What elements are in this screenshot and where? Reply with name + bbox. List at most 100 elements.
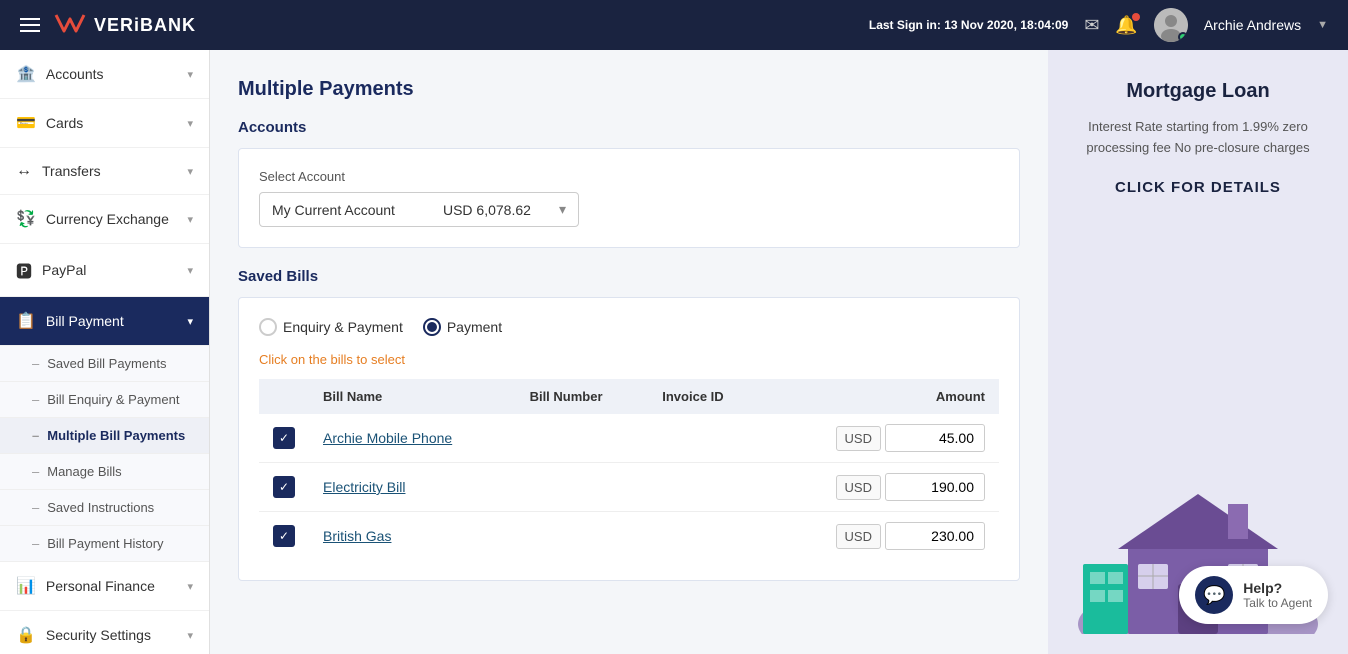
currency-chevron: ▾	[187, 213, 193, 226]
sidebar-sub-bill-payment-history[interactable]: Bill Payment History	[0, 526, 209, 562]
sidebar-item-cards[interactable]: 💳 Cards ▾	[0, 99, 209, 148]
bill-name-cell: British Gas	[309, 512, 516, 561]
bill-link[interactable]: Archie Mobile Phone	[323, 430, 452, 446]
payment-type-radio-group: Enquiry & Payment Payment	[259, 318, 999, 336]
page-title: Multiple Payments	[238, 78, 1020, 101]
notification-icon[interactable]: 🔔	[1115, 15, 1137, 36]
online-indicator	[1178, 32, 1188, 42]
sidebar-sub-saved-bill-payments[interactable]: Saved Bill Payments	[0, 346, 209, 382]
amount-input[interactable]	[885, 424, 985, 452]
sidebar: 🏦 Accounts ▾ 💳 Cards ▾ ↔ Transfers ▾ 💱	[0, 50, 210, 654]
bill-link[interactable]: Electricity Bill	[323, 479, 405, 495]
currency-badge: USD	[836, 475, 881, 500]
cards-icon: 💳	[16, 113, 36, 133]
bill-payment-icon: 📋	[16, 311, 36, 331]
saved-bills-title: Saved Bills	[238, 268, 1020, 285]
sidebar-item-currency-exchange[interactable]: 💱 Currency Exchange ▾	[0, 195, 209, 244]
sidebar-sub-saved-instructions[interactable]: Saved Instructions	[0, 490, 209, 526]
notification-dot	[1132, 13, 1140, 21]
user-dropdown-chevron[interactable]: ▼	[1317, 19, 1328, 31]
sidebar-label-bill-payment: Bill Payment	[46, 313, 124, 329]
security-chevron: ▾	[187, 629, 193, 642]
radio-enquiry-label: Enquiry & Payment	[283, 319, 403, 335]
sidebar-item-personal-finance[interactable]: 📊 Personal Finance ▾	[0, 562, 209, 611]
currency-badge: USD	[836, 524, 881, 549]
sidebar-sub-bill-enquiry[interactable]: Bill Enquiry & Payment	[0, 382, 209, 418]
email-icon[interactable]: ✉	[1084, 15, 1099, 36]
radio-payment-label: Payment	[447, 319, 502, 335]
checkbox-cell[interactable]: ✓	[259, 414, 309, 463]
sidebar-label-personal-finance: Personal Finance	[46, 578, 155, 594]
personal-finance-chevron: ▾	[187, 580, 193, 593]
checkbox-cell[interactable]: ✓	[259, 512, 309, 561]
sidebar-sub-manage-bills[interactable]: Manage Bills	[0, 454, 209, 490]
account-name: My Current Account	[272, 202, 395, 218]
currency-icon: 💱	[16, 209, 36, 229]
table-row: ✓ Archie Mobile Phone USD	[259, 414, 999, 463]
main-content: Multiple Payments Accounts Select Accoun…	[210, 50, 1048, 654]
sidebar-item-transfers[interactable]: ↔ Transfers ▾	[0, 148, 209, 195]
sidebar-item-bill-payment[interactable]: 📋 Bill Payment ▾	[0, 297, 209, 346]
user-name[interactable]: Archie Andrews	[1204, 17, 1301, 33]
accounts-icon: 🏦	[16, 64, 36, 84]
last-signin-text: Last Sign in: 13 Nov 2020, 18:04:09	[869, 18, 1068, 32]
sidebar-item-paypal[interactable]: 🅿 PayPal ▾	[0, 244, 209, 297]
bill-payment-chevron: ▾	[187, 315, 193, 328]
header-right: Last Sign in: 13 Nov 2020, 18:04:09 ✉ 🔔 …	[869, 8, 1328, 42]
accounts-section: Accounts Select Account My Current Accou…	[238, 119, 1020, 248]
sidebar-label-transfers: Transfers	[42, 163, 101, 179]
invoice-id-cell	[648, 414, 766, 463]
promo-description: Interest Rate starting from 1.99% zero p…	[1068, 117, 1328, 159]
amount-cell: USD	[766, 512, 999, 561]
veribank-logo-icon	[54, 11, 86, 39]
chat-agent-text: Talk to Agent	[1243, 596, 1312, 610]
bill-number-cell	[516, 512, 649, 561]
sidebar-label-security: Security Settings	[46, 627, 151, 643]
bill-name-cell: Electricity Bill	[309, 463, 516, 512]
col-bill-name: Bill Name	[309, 379, 516, 414]
chat-bubble[interactable]: 💬 Help? Talk to Agent	[1179, 566, 1328, 624]
accounts-chevron: ▾	[187, 68, 193, 81]
sidebar-label-cards: Cards	[46, 115, 83, 131]
sidebar-item-accounts[interactable]: 🏦 Accounts ▾	[0, 50, 209, 99]
amount-cell: USD	[766, 463, 999, 512]
cards-chevron: ▾	[187, 117, 193, 130]
bill-link[interactable]: British Gas	[323, 528, 391, 544]
paypal-chevron: ▾	[187, 264, 193, 277]
promo-title: Mortgage Loan	[1126, 80, 1269, 103]
col-invoice-id: Invoice ID	[648, 379, 766, 414]
avatar	[1154, 8, 1188, 42]
bills-table: Bill Name Bill Number Invoice ID Amount …	[259, 379, 999, 560]
saved-bills-section: Saved Bills Enquiry & Payment Payment Cl…	[238, 268, 1020, 581]
radio-enquiry-circle	[259, 318, 277, 336]
logo: VERiBANK	[54, 11, 196, 39]
currency-badge: USD	[836, 426, 881, 451]
checkbox-checked[interactable]: ✓	[273, 476, 295, 498]
amount-input[interactable]	[885, 522, 985, 550]
sidebar-sub-menu: Saved Bill Payments Bill Enquiry & Payme…	[0, 346, 209, 562]
account-balance: USD 6,078.62	[443, 202, 531, 218]
sidebar-sub-multiple-bill-payments[interactable]: Multiple Bill Payments	[0, 418, 209, 454]
accounts-section-title: Accounts	[238, 119, 1020, 136]
checkbox-checked[interactable]: ✓	[273, 427, 295, 449]
select-account-label: Select Account	[259, 169, 999, 184]
hamburger-menu-icon[interactable]	[20, 18, 40, 32]
account-select-dropdown[interactable]: My Current Account USD 6,078.62 ▾	[259, 192, 579, 227]
checkbox-cell[interactable]: ✓	[259, 463, 309, 512]
col-checkbox	[259, 379, 309, 414]
right-panel: Mortgage Loan Interest Rate starting fro…	[1048, 50, 1348, 654]
sidebar-item-security-settings[interactable]: 🔒 Security Settings ▾	[0, 611, 209, 654]
invoice-id-cell	[648, 512, 766, 561]
checkbox-checked[interactable]: ✓	[273, 525, 295, 547]
promo-cta-button[interactable]: CLICK FOR DETAILS	[1115, 179, 1281, 196]
amount-input[interactable]	[885, 473, 985, 501]
click-hint: Click on the bills to select	[259, 352, 999, 367]
layout: 🏦 Accounts ▾ 💳 Cards ▾ ↔ Transfers ▾ 💱	[0, 50, 1348, 654]
radio-enquiry-payment[interactable]: Enquiry & Payment	[259, 318, 403, 336]
invoice-id-cell	[648, 463, 766, 512]
radio-payment[interactable]: Payment	[423, 318, 502, 336]
chat-text: Help? Talk to Agent	[1243, 580, 1312, 610]
table-row: ✓ Electricity Bill USD	[259, 463, 999, 512]
transfers-icon: ↔	[16, 162, 32, 180]
security-icon: 🔒	[16, 625, 36, 645]
